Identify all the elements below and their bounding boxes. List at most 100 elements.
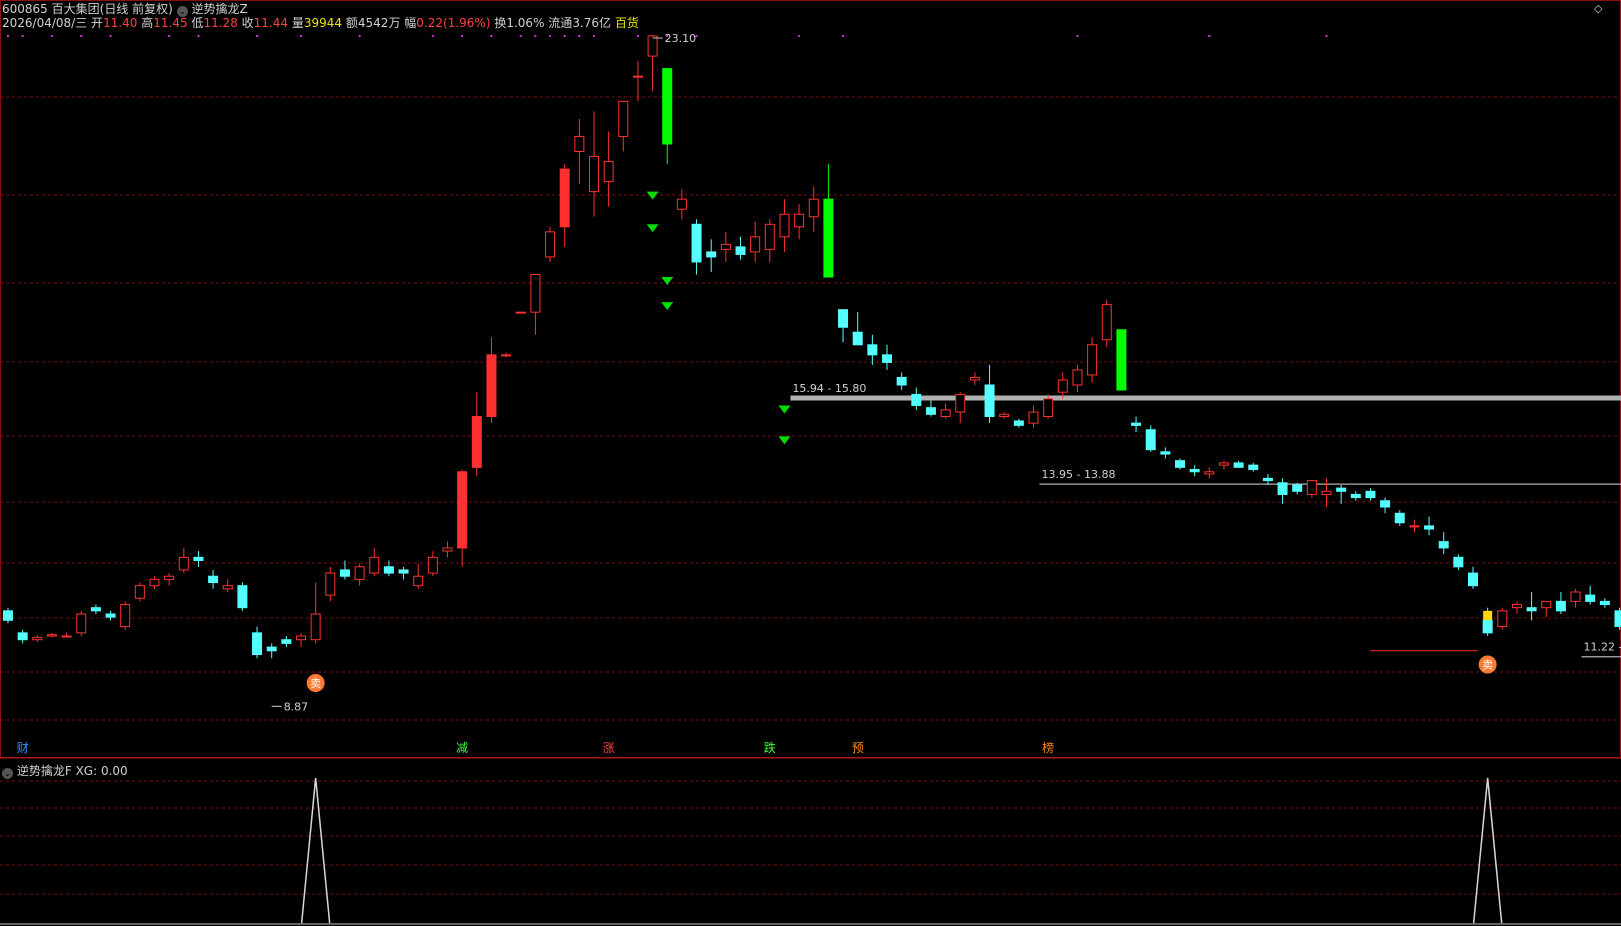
marker-dot bbox=[636, 35, 639, 37]
candle-body bbox=[1482, 619, 1493, 634]
candle-body bbox=[1526, 607, 1537, 612]
candle-body bbox=[632, 75, 643, 78]
candle-body bbox=[999, 413, 1010, 418]
candle-body bbox=[1292, 484, 1303, 492]
candle-body bbox=[882, 354, 892, 363]
marker-dot bbox=[109, 35, 112, 37]
sub-indicator-name[interactable]: 逆势擒龙F bbox=[17, 764, 72, 778]
candle-body bbox=[266, 646, 277, 652]
sell-marker-label: 卖 bbox=[1482, 659, 1493, 672]
candle-body bbox=[1511, 604, 1522, 609]
candle-body bbox=[867, 344, 878, 356]
candle-body bbox=[1321, 490, 1332, 495]
candle-body bbox=[1131, 422, 1142, 426]
candle-body bbox=[1438, 541, 1449, 549]
event-label: 预 bbox=[852, 741, 864, 755]
stock-name: 百大集团 bbox=[51, 2, 100, 16]
candle-body bbox=[1380, 500, 1391, 508]
candle-body bbox=[1072, 369, 1083, 386]
candle-body bbox=[1555, 600, 1566, 612]
candle-body bbox=[1336, 487, 1347, 492]
main-panel-border bbox=[0, 0, 1621, 758]
marker-dot bbox=[300, 35, 302, 37]
sub-panel-title: ⌄ 逆势擒龙F XG: 0.00 bbox=[2, 762, 128, 779]
turnover-label: 换 bbox=[494, 16, 507, 30]
candle-body bbox=[896, 376, 907, 386]
candle-body bbox=[32, 636, 43, 641]
candle-body bbox=[1365, 490, 1376, 499]
close-label: 收 bbox=[241, 16, 254, 30]
candle-body bbox=[1394, 512, 1405, 524]
candle-body bbox=[1057, 379, 1068, 393]
open-value: 11.40 bbox=[103, 16, 138, 30]
float-label: 流通 bbox=[548, 16, 573, 30]
candle-body bbox=[354, 566, 365, 580]
candle-body bbox=[1043, 398, 1054, 418]
candle-body bbox=[222, 585, 233, 590]
event-label: 榜 bbox=[1042, 740, 1054, 755]
candle-body bbox=[647, 35, 658, 57]
change-label: 幅 bbox=[404, 16, 417, 30]
marker-dot bbox=[461, 35, 464, 37]
stock-chart[interactable]: 15.94 - 15.80 13.95 - 13.88 11.22 - 11 23.1… bbox=[0, 0, 1621, 926]
candle-body bbox=[457, 471, 468, 549]
close-value: 11.44 bbox=[253, 16, 289, 30]
candle-body bbox=[398, 569, 409, 574]
indicator-name[interactable]: 逆势擒龙Z bbox=[192, 2, 248, 16]
candle-body bbox=[574, 135, 585, 152]
candle-body bbox=[1028, 411, 1039, 424]
signal-arrow bbox=[646, 224, 659, 233]
marker-dot bbox=[1325, 35, 1328, 37]
candle-body bbox=[764, 223, 775, 250]
marker-dot bbox=[549, 35, 552, 37]
candle-body bbox=[237, 585, 248, 609]
candle-body bbox=[603, 161, 614, 183]
candle-body bbox=[208, 575, 219, 584]
candle-body bbox=[46, 634, 57, 637]
candle-body bbox=[691, 223, 702, 263]
candle-body bbox=[1350, 493, 1361, 499]
candle-body bbox=[1248, 464, 1259, 471]
marker-dot bbox=[842, 35, 845, 37]
candle-body bbox=[252, 632, 263, 656]
sub-indicator-dropdown-icon[interactable]: ⌄ bbox=[2, 768, 13, 779]
candle-body bbox=[750, 236, 761, 253]
candle-body bbox=[1497, 610, 1508, 628]
price-label: 23.10 bbox=[665, 32, 697, 45]
high-label: 高 bbox=[141, 16, 154, 30]
marker-dot bbox=[50, 35, 53, 37]
marker-dot bbox=[593, 35, 595, 37]
candle-body bbox=[838, 309, 849, 328]
candle-body bbox=[1409, 525, 1420, 528]
candle-body bbox=[1145, 429, 1156, 451]
current-bar-highlight bbox=[1483, 610, 1493, 621]
sell-marker-label: 卖 bbox=[310, 677, 321, 690]
quote-date: 2026/04/08/三 bbox=[2, 16, 88, 30]
candle-body bbox=[76, 613, 87, 634]
marker-dot bbox=[197, 35, 200, 37]
candle-body bbox=[1453, 556, 1464, 568]
candle-body bbox=[984, 384, 995, 418]
candle-body bbox=[676, 198, 687, 210]
collapse-icon[interactable]: ◇ bbox=[1594, 2, 1602, 15]
low-value: 11.28 bbox=[203, 16, 238, 30]
candle-body bbox=[369, 556, 380, 574]
candle-body bbox=[339, 569, 350, 577]
marker-dot bbox=[1076, 35, 1079, 37]
sector-label[interactable]: 百货 bbox=[615, 16, 639, 30]
marker-dot bbox=[519, 35, 522, 37]
candle-body bbox=[134, 585, 145, 599]
float-value: 3.76亿 bbox=[572, 16, 612, 30]
candle-body bbox=[823, 198, 834, 278]
candle-body bbox=[1306, 480, 1317, 495]
candle-body bbox=[1116, 329, 1127, 391]
volume-value: 39944 bbox=[303, 16, 343, 30]
candle-body bbox=[706, 251, 717, 258]
candle-body bbox=[178, 556, 189, 571]
event-label: 跌 bbox=[764, 740, 776, 755]
candle-body bbox=[1570, 591, 1581, 602]
candle-body bbox=[589, 156, 599, 193]
amount-value: 4542万 bbox=[357, 16, 401, 30]
candle-body bbox=[3, 610, 13, 621]
xg-spike bbox=[300, 777, 331, 924]
